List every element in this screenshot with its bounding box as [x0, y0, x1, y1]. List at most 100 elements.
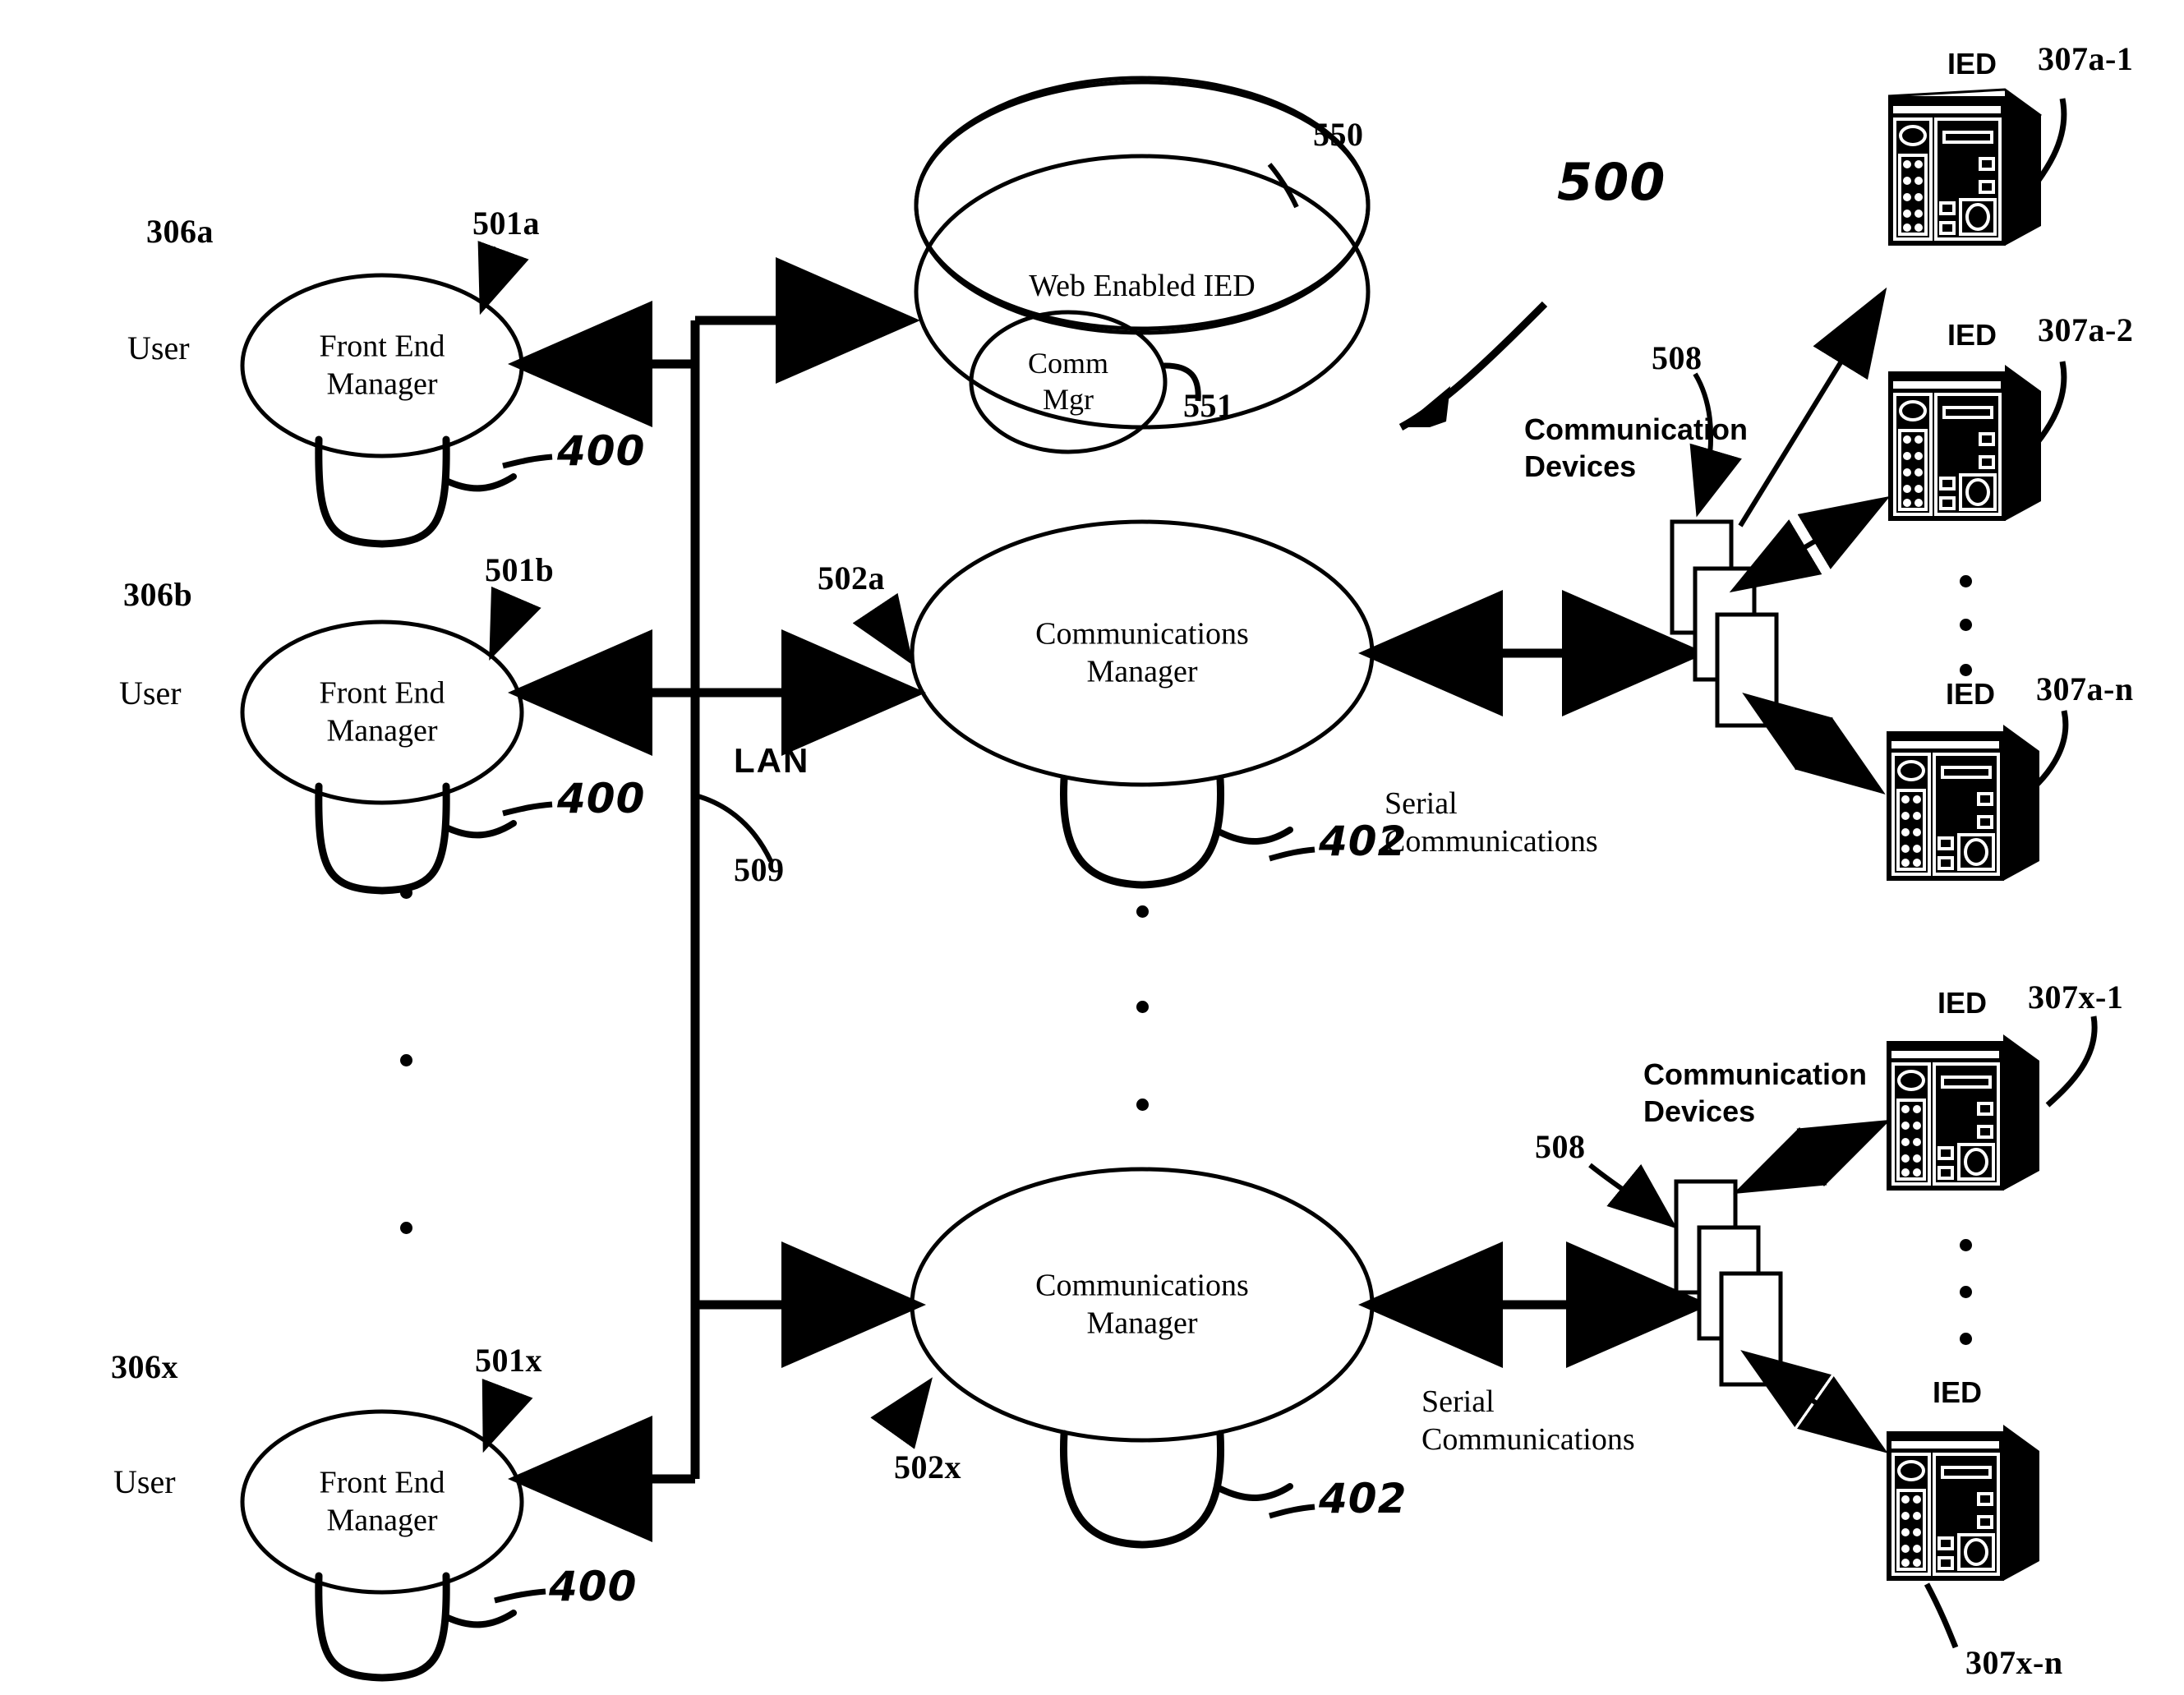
ref-502a: 502a [818, 560, 885, 596]
leader-400-b [502, 801, 553, 817]
user-label-306b: User [119, 675, 182, 712]
ref-400-x: 400 [549, 1563, 638, 1610]
leader-500-head [1401, 386, 1450, 427]
serial-upper-line1: Serial [1385, 786, 1458, 821]
leader-402-x [1269, 1504, 1315, 1519]
leader-307x-1 [2045, 1016, 2098, 1108]
comm-devices-lower-line1: Communication [1643, 1057, 1868, 1091]
front-end-manager-306b[interactable]: Front End Manager [242, 622, 522, 803]
ref-501b: 501b [485, 551, 555, 588]
center-ellipsis-dot-1 [1136, 905, 1149, 918]
left-ellipsis-dot-2 [400, 1054, 412, 1066]
communication-devices-stack-lower [1674, 1179, 1783, 1387]
ref-307a-2: 307a-2 [2038, 311, 2134, 348]
ref-501a: 501a [472, 205, 540, 242]
serial-communications-label-upper: Serial Communications [1385, 785, 1598, 861]
right-upper-ellipsis-dot-3 [1960, 664, 1972, 676]
ref-400-b: 400 [557, 775, 646, 822]
center-ellipsis-dot-3 [1136, 1099, 1149, 1111]
ref-306x: 306x [111, 1348, 178, 1385]
comm-devices-upper-line2: Devices [1524, 449, 1637, 483]
arrow-device-to-ied-307x-1 [1733, 1119, 1891, 1195]
arrow-device-to-ied-307a-n [1742, 693, 1886, 795]
comm-devices-lower-line2: Devices [1643, 1094, 1756, 1128]
leader-307x-n [1924, 1582, 1959, 1649]
left-ellipsis-dot-3 [400, 1222, 412, 1234]
fem-306b-line1: Front End [319, 675, 445, 711]
ied-label-307x-n: IED [1933, 1375, 1983, 1409]
leader-500 [1398, 301, 1548, 431]
ref-306a: 306a [146, 213, 214, 250]
fem-306a-line1: Front End [319, 329, 445, 364]
front-end-manager-306x[interactable]: Front End Manager [242, 1412, 522, 1592]
ied-label-307a-2: IED [1947, 318, 1997, 352]
ref-500: 500 [1557, 152, 1666, 212]
leader-400-x [494, 1588, 546, 1604]
communication-devices-label-upper: Communication Devices [1524, 411, 1748, 485]
serial-lower-line2: Communications [1421, 1422, 1635, 1458]
fem-306x-line1: Front End [319, 1465, 445, 1500]
ref-508-upper: 508 [1652, 339, 1703, 376]
right-lower-ellipsis-dot-3 [1960, 1333, 1972, 1345]
user-label-306a: User [127, 329, 190, 366]
ref-551: 551 [1183, 387, 1234, 424]
front-end-manager-306a[interactable]: Front End Manager [242, 275, 522, 456]
cm-502x-line1: Communications [1035, 1268, 1249, 1303]
ref-402-x: 402 [1319, 1475, 1408, 1522]
ied-device-307a-n [1880, 721, 2044, 890]
ied-label-307x-1: IED [1937, 986, 1988, 1020]
fem-306x-line2: Manager [326, 1504, 438, 1538]
right-lower-ellipsis-dot-2 [1960, 1286, 1972, 1298]
comm-mgr-line2: Mgr [1043, 383, 1094, 416]
ref-307a-n: 307a-n [2036, 670, 2134, 707]
left-ellipsis-dot-1 [400, 887, 412, 899]
ref-306b: 306b [123, 576, 193, 613]
fem-306a-line2: Manager [326, 367, 438, 402]
ied-device-307x-1 [1880, 1031, 2044, 1200]
serial-lower-line1: Serial [1421, 1384, 1495, 1419]
ref-508-lower: 508 [1535, 1128, 1586, 1165]
user-label-306x: User [113, 1463, 176, 1500]
figure-canvas: 306a User 501a Front End Manager 400 306… [0, 0, 2184, 1695]
ied-device-307a-1 [1882, 86, 2046, 255]
communications-manager-502x[interactable]: Communications Manager [912, 1214, 1372, 1395]
comm-mgr-node[interactable]: Comm Mgr [971, 329, 1165, 435]
arrow-device-to-ied-307x-n [1740, 1350, 1888, 1453]
leader-550 [1267, 163, 1299, 209]
web-enabled-ied-label[interactable]: Web Enabled IED [970, 267, 1315, 305]
ied-label-307a-1: IED [1947, 47, 1997, 81]
comm-mgr-line1: Comm [1027, 347, 1108, 380]
ref-307x-n: 307x-n [1965, 1644, 2063, 1681]
cm-502x-line2: Manager [1086, 1306, 1198, 1341]
leader-502a [852, 592, 914, 666]
ref-550: 550 [1313, 116, 1364, 153]
arrow-device-to-ied-307a-2 [1729, 495, 1891, 593]
leader-508-lower [1588, 1163, 1678, 1229]
ref-501x: 501x [475, 1342, 542, 1379]
comm-devices-upper-line1: Communication [1524, 412, 1749, 446]
fem-306b-line2: Manager [326, 714, 438, 748]
right-lower-ellipsis-dot-1 [1960, 1239, 1972, 1251]
communication-devices-label-lower: Communication Devices [1643, 1056, 1867, 1130]
communications-manager-502a[interactable]: Communications Manager [912, 563, 1372, 744]
leader-400-a [502, 454, 553, 469]
ref-307x-1: 307x-1 [2028, 979, 2124, 1016]
ref-400-a: 400 [557, 427, 646, 475]
ied-device-307x-n [1880, 1421, 2044, 1590]
serial-upper-line2: Communications [1385, 824, 1598, 859]
right-upper-ellipsis-dot-2 [1960, 619, 1972, 631]
cm-502a-line2: Manager [1086, 655, 1198, 689]
arrow-device-to-ied-307a-1 [1738, 287, 1887, 527]
serial-communications-label-lower: Serial Communications [1421, 1383, 1635, 1459]
lan-label: LAN [734, 741, 810, 780]
communication-devices-stack-upper [1670, 519, 1779, 728]
ref-502x: 502x [894, 1449, 961, 1485]
ied-device-307a-2 [1882, 362, 2046, 530]
ref-509: 509 [734, 851, 785, 888]
leader-402-a [1269, 846, 1315, 862]
ied-label-307a-n: IED [1946, 677, 1996, 711]
ref-307a-1: 307a-1 [2038, 40, 2134, 77]
right-upper-ellipsis-dot-1 [1960, 575, 1972, 587]
cm-502a-line1: Communications [1035, 616, 1249, 652]
center-ellipsis-dot-2 [1136, 1001, 1149, 1013]
